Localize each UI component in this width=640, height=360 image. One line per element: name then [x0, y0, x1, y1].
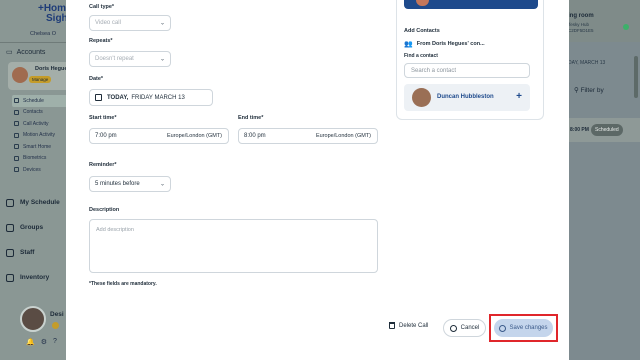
calendar-icon	[95, 94, 102, 101]
staff-icon	[6, 248, 14, 257]
org-name: Chelsea O	[30, 31, 56, 37]
schedule-date: DAY, MARCH 13	[568, 60, 606, 66]
reminder-label: Reminder*	[89, 162, 117, 168]
nav-my-schedule[interactable]: My Schedule	[6, 190, 60, 215]
scheduled-badge: Scheduled	[591, 124, 623, 136]
account-avatar	[12, 67, 28, 83]
start-time-field[interactable]: 7:00 pm Europe/London (GMT)	[89, 128, 229, 144]
add-contacts-title: Add Contacts	[404, 28, 440, 34]
schedule-icon	[14, 98, 19, 104]
heart-icon	[14, 155, 19, 161]
calendar-icon	[6, 198, 14, 207]
date-picker[interactable]: TODAY, FRIDAY MARCH 13	[89, 89, 213, 106]
chevron-down-icon: ⌄	[159, 56, 165, 63]
description-label: Description	[89, 207, 120, 213]
accounts-header[interactable]: ▭ Accounts	[6, 48, 45, 57]
save-changes-button[interactable]: Save changes	[494, 319, 553, 337]
description-textarea[interactable]: Add description	[89, 219, 378, 273]
group-icon: 👥	[404, 41, 413, 48]
user-avatar[interactable]	[20, 306, 46, 332]
repeats-label: Repeats*	[89, 38, 113, 44]
trash-icon	[389, 322, 395, 329]
chevron-down-icon: ⌄	[159, 20, 165, 27]
motion-icon	[14, 132, 19, 138]
schedule-time: 8:00 PM	[570, 127, 589, 133]
accounts-icon: ▭	[6, 49, 13, 56]
call-icon	[14, 121, 19, 127]
repeats-select[interactable]: Doesn't repeat ⌄	[89, 51, 171, 67]
groups-icon	[6, 223, 14, 232]
check-circle-icon	[499, 324, 507, 332]
home-icon	[14, 144, 19, 150]
date-label: Date*	[89, 76, 104, 82]
nav-inventory[interactable]: Inventory	[6, 265, 60, 290]
online-status-dot	[623, 24, 629, 30]
manage-badge[interactable]: Manage	[29, 76, 52, 83]
account-card[interactable]: Doris Hegues Manage	[8, 62, 74, 90]
contact-name: Duncan Hubbleston	[437, 94, 494, 100]
contact-search-input[interactable]: Search a contact	[404, 63, 530, 78]
reminder-select[interactable]: 5 minutes before ⌄	[89, 176, 171, 192]
start-time-label: Start time*	[89, 115, 117, 121]
contacts-icon	[14, 109, 19, 115]
call-type-label: Call type*	[89, 4, 115, 10]
find-contact-label: Find a contact	[404, 53, 438, 59]
contact-avatar	[412, 88, 431, 107]
inventory-icon	[6, 273, 14, 282]
nav-groups[interactable]: Groups	[6, 215, 60, 240]
end-time-field[interactable]: 8:00 pm Europe/London (GMT)	[238, 128, 378, 144]
contact-list-item[interactable]: Duncan Hubbleston +	[404, 84, 530, 111]
sidebar-bottom-icons: 🔔 ⚙ ?	[26, 338, 57, 346]
user-status-badge	[52, 322, 59, 329]
gear-icon[interactable]: ⚙	[41, 338, 47, 346]
nav-staff[interactable]: Staff	[6, 240, 60, 265]
room-subtitle: ifesky Hub C2DF5D1E5	[568, 22, 594, 33]
cancel-button[interactable]: Cancel	[443, 319, 486, 337]
end-time-label: End time*	[238, 115, 264, 121]
delete-call-button[interactable]: Delete Call	[389, 322, 428, 329]
user-name: Desi	[50, 311, 64, 318]
filter-button[interactable]: ⚲ Filter by	[574, 86, 604, 94]
page-scrollbar[interactable]	[634, 56, 638, 98]
add-contact-icon[interactable]: +	[516, 91, 522, 102]
start-timezone: Europe/London (GMT)	[166, 133, 222, 139]
mandatory-note: *These fields are mandatory.	[89, 281, 157, 287]
room-title: ing room	[568, 13, 594, 19]
help-icon[interactable]: ?	[53, 338, 57, 346]
end-timezone: Europe/London (GMT)	[315, 133, 371, 139]
chevron-down-icon: ⌄	[159, 181, 165, 188]
call-type-select[interactable]: Video call ⌄	[89, 15, 171, 31]
bell-icon[interactable]: 🔔	[26, 338, 35, 346]
main-nav: My Schedule Groups Staff Inventory	[6, 190, 60, 290]
cancel-icon	[449, 324, 457, 332]
filter-icon: ⚲	[574, 87, 579, 94]
contacts-source[interactable]: 👥 From Doris Hegues' con...	[404, 40, 485, 48]
device-icon	[14, 167, 19, 173]
